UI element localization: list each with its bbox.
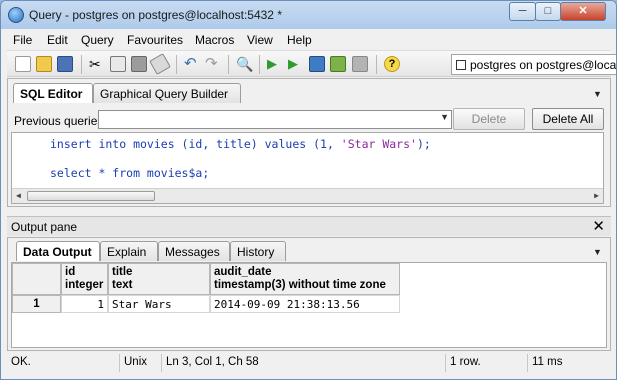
panel-menu-icon[interactable]: ▼ bbox=[593, 89, 602, 99]
toolbar-separator bbox=[176, 55, 177, 74]
save-icon[interactable] bbox=[57, 56, 73, 72]
execute-to-file-icon[interactable] bbox=[309, 56, 325, 72]
maximize-button[interactable]: □ bbox=[535, 2, 561, 21]
menu-bar: File Edit Query Favourites Macros View H… bbox=[7, 30, 611, 50]
menu-view[interactable]: View bbox=[247, 33, 273, 47]
horizontal-scrollbar[interactable]: ◀ ▶ bbox=[12, 188, 603, 203]
execute-pgscript-icon[interactable]: ▶ bbox=[288, 56, 304, 72]
column-header-title[interactable]: title text bbox=[108, 263, 210, 295]
connection-label: postgres on postgres@localhost bbox=[470, 58, 617, 72]
cancel-icon[interactable] bbox=[352, 56, 368, 72]
toolbar-separator bbox=[259, 55, 260, 74]
title-bar: Query - postgres on postgres@localhost:5… bbox=[1, 1, 616, 29]
column-header-audit-date[interactable]: audit_date timestamp(3) without time zon… bbox=[210, 263, 400, 295]
clear-icon[interactable] bbox=[149, 53, 171, 75]
menu-file[interactable]: File bbox=[13, 33, 32, 47]
delete-all-button[interactable]: Delete All bbox=[532, 108, 604, 130]
status-line-ending: Unix bbox=[119, 354, 161, 372]
status-bar: OK. Unix Ln 3, Col 1, Ch 58 1 row. 11 ms bbox=[7, 352, 611, 374]
table-cell-title[interactable]: Star Wars bbox=[108, 295, 210, 313]
tab-graphical-query-builder[interactable]: Graphical Query Builder bbox=[93, 83, 241, 103]
menu-favourites[interactable]: Favourites bbox=[127, 33, 183, 47]
toolbar-separator bbox=[376, 55, 377, 74]
tab-messages[interactable]: Messages bbox=[158, 241, 230, 261]
cut-icon[interactable]: ✂ bbox=[89, 56, 105, 72]
paste-icon[interactable] bbox=[131, 56, 147, 72]
tab-data-output[interactable]: Data Output bbox=[16, 241, 100, 261]
table-cell-audit-date[interactable]: 2014-09-09 21:38:13.56 bbox=[210, 295, 400, 313]
output-close-icon[interactable]: ✕ bbox=[592, 217, 605, 235]
explain-icon[interactable] bbox=[330, 56, 346, 72]
toolbar-separator bbox=[228, 55, 229, 74]
status-cursor-position: Ln 3, Col 1, Ch 58 bbox=[161, 354, 445, 372]
panel-menu-icon[interactable]: ▼ bbox=[593, 247, 602, 257]
status-message: OK. bbox=[11, 356, 31, 368]
output-pane-title: Output pane bbox=[11, 220, 78, 234]
output-panel: Data Output Explain Messages History ▼ i… bbox=[7, 237, 611, 351]
scroll-left-icon[interactable]: ◀ bbox=[16, 191, 21, 200]
toolbar-separator bbox=[81, 55, 82, 74]
grid-corner bbox=[12, 263, 61, 295]
scroll-right-icon[interactable]: ▶ bbox=[594, 191, 599, 200]
table-cell-id[interactable]: 1 bbox=[61, 295, 108, 313]
tab-explain[interactable]: Explain bbox=[100, 241, 158, 261]
data-grid: id integer title text audit_date timesta… bbox=[11, 262, 607, 348]
close-button[interactable]: ✕ bbox=[560, 2, 606, 21]
status-row-count: 1 row. bbox=[445, 354, 527, 372]
undo-icon[interactable]: ↶ bbox=[184, 56, 200, 72]
find-icon[interactable]: 🔍 bbox=[236, 56, 253, 72]
previous-queries-label: Previous queries bbox=[14, 114, 104, 128]
sql-line-2: select * from movies$a; bbox=[50, 166, 210, 180]
new-file-icon[interactable] bbox=[15, 56, 31, 72]
execute-icon[interactable]: ▶ bbox=[267, 56, 283, 72]
previous-queries-dropdown[interactable]: ▼ bbox=[98, 110, 452, 129]
delete-button[interactable]: Delete bbox=[453, 108, 525, 130]
minimize-button[interactable]: ─ bbox=[509, 2, 536, 21]
sql-line-1: insert into movies (id, title) values (1… bbox=[50, 137, 431, 151]
sql-editor[interactable]: insert into movies (id, title) values (1… bbox=[11, 132, 604, 204]
tab-sql-editor[interactable]: SQL Editor bbox=[13, 83, 93, 103]
open-folder-icon[interactable] bbox=[36, 56, 52, 72]
output-pane-header: Output pane ✕ bbox=[7, 216, 611, 236]
menu-edit[interactable]: Edit bbox=[47, 33, 68, 47]
toolbar: ✂ ↶ ↷ 🔍 ▶ ▶ ? postgres on postgres@local… bbox=[7, 50, 616, 77]
redo-icon[interactable]: ↷ bbox=[205, 56, 221, 72]
window-title: Query - postgres on postgres@localhost:5… bbox=[29, 8, 282, 22]
sql-editor-panel: SQL Editor Graphical Query Builder ▼ Pre… bbox=[7, 78, 611, 207]
tab-history[interactable]: History bbox=[230, 241, 286, 261]
help-icon[interactable]: ? bbox=[384, 56, 400, 72]
menu-help[interactable]: Help bbox=[287, 33, 312, 47]
row-number[interactable]: 1 bbox=[12, 295, 61, 313]
connection-selector[interactable]: postgres on postgres@localhost bbox=[451, 54, 617, 75]
scrollbar-thumb[interactable] bbox=[27, 191, 155, 201]
app-icon bbox=[8, 7, 24, 23]
status-execution-time: 11 ms bbox=[527, 354, 611, 372]
column-header-id[interactable]: id integer bbox=[61, 263, 108, 295]
menu-query[interactable]: Query bbox=[81, 33, 114, 47]
connection-checkbox[interactable] bbox=[456, 60, 466, 70]
copy-icon[interactable] bbox=[110, 56, 126, 72]
menu-macros[interactable]: Macros bbox=[195, 33, 234, 47]
query-window: Query - postgres on postgres@localhost:5… bbox=[0, 0, 617, 380]
chevron-down-icon: ▼ bbox=[440, 112, 449, 122]
